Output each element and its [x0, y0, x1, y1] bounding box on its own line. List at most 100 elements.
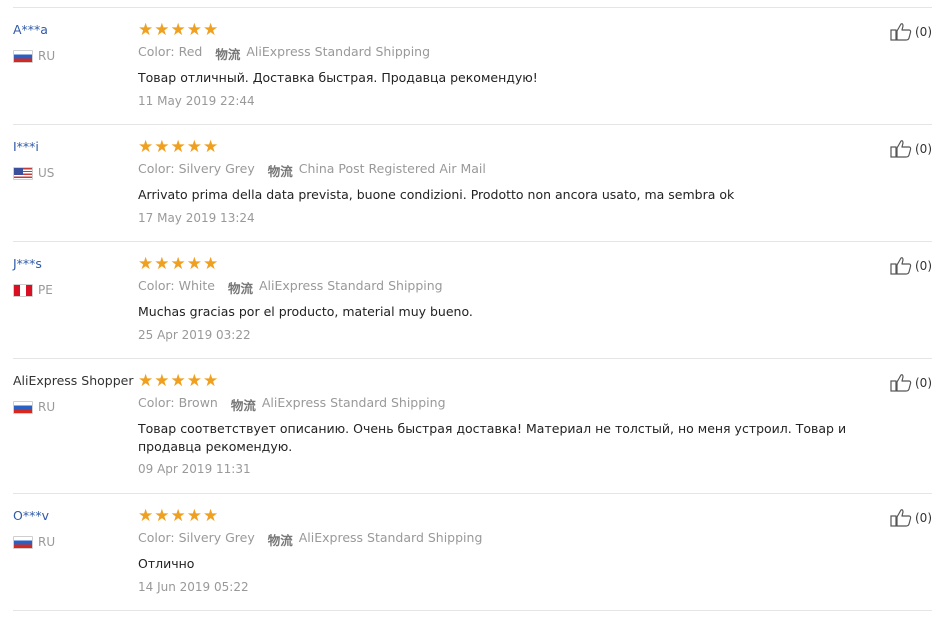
review-item: I***i US ★ ★ ★ ★ ★ Color: Silvery Grey 物流 Ch…: [13, 124, 932, 242]
star-icon: ★: [203, 506, 219, 526]
order-info: Color: Silvery Grey 物流 China Post Regist…: [138, 161, 486, 180]
shipping-info: 物流 AliExpress Standard Shipping: [215, 44, 430, 63]
shipping-label: 物流: [267, 533, 293, 548]
reviewer-name: AliExpress Shopper: [13, 373, 134, 388]
shipping-info: 物流 AliExpress Standard Shipping: [228, 278, 443, 297]
star-icon: ★: [170, 371, 186, 391]
russia-flag-icon: [13, 49, 33, 63]
star-icon: ★: [138, 371, 154, 391]
review-text: Товар соответствует описанию. Очень быст…: [138, 421, 847, 454]
product-color: Color: Silvery Grey: [138, 530, 255, 545]
shipping-info: 物流 AliExpress Standard Shipping: [231, 395, 446, 414]
shipping-label: 物流: [227, 281, 253, 296]
thumbs-up-icon: [890, 374, 912, 392]
peru-flag-icon: [13, 283, 33, 297]
reviewer-country: RU: [13, 48, 55, 64]
reviewer-name[interactable]: I***i: [13, 139, 39, 154]
helpful-count: (0): [915, 141, 932, 156]
review-item: O***v RU ★ ★ ★ ★ ★ Color: Silvery Grey 物流 Al…: [13, 493, 932, 611]
star-icon: ★: [138, 20, 154, 40]
star-rating: ★ ★ ★ ★ ★: [138, 508, 218, 525]
shipping-info: 物流 AliExpress Standard Shipping: [268, 530, 483, 549]
order-info: Color: Silvery Grey 物流 AliExpress Standa…: [138, 530, 482, 549]
reviewer-country: US: [13, 165, 54, 181]
helpful-button[interactable]: (0): [890, 256, 932, 275]
star-icon: ★: [186, 137, 202, 157]
star-icon: ★: [154, 20, 170, 40]
review-text: Отлично: [138, 556, 195, 571]
thumbs-up-icon: [890, 23, 912, 41]
shipping-method: China Post Registered Air Mail: [298, 161, 486, 176]
country-code: US: [38, 166, 55, 180]
star-rating: ★ ★ ★ ★ ★: [138, 139, 218, 156]
helpful-count: (0): [915, 510, 932, 525]
shipping-method: AliExpress Standard Shipping: [246, 44, 431, 59]
review-date: 09 Apr 2019 11:31: [138, 462, 251, 476]
reviewer-name[interactable]: A***a: [13, 22, 48, 37]
reviewer-country: RU: [13, 534, 55, 550]
review-item: A***a RU ★ ★ ★ ★ ★ Color: Red 物流 AliExpress …: [13, 7, 932, 125]
thumbs-up-icon: [890, 257, 912, 275]
order-info: Color: Red 物流 AliExpress Standard Shippi…: [138, 44, 430, 63]
review-date: 17 May 2019 13:24: [138, 211, 255, 225]
country-code: RU: [38, 535, 56, 549]
star-icon: ★: [154, 137, 170, 157]
order-info: Color: White 物流 AliExpress Standard Ship…: [138, 278, 443, 297]
star-rating: ★ ★ ★ ★ ★: [138, 373, 218, 390]
star-icon: ★: [154, 254, 170, 274]
star-icon: ★: [138, 137, 154, 157]
star-icon: ★: [186, 20, 202, 40]
star-icon: ★: [154, 506, 170, 526]
russia-flag-icon: [13, 535, 33, 549]
review-text: Arrivato prima della data prevista, buon…: [138, 187, 735, 202]
helpful-count: (0): [915, 258, 932, 273]
product-color: Color: Silvery Grey: [138, 161, 255, 176]
star-icon: ★: [138, 506, 154, 526]
country-code: RU: [38, 400, 56, 414]
star-rating: ★ ★ ★ ★ ★: [138, 22, 218, 39]
star-icon: ★: [203, 20, 219, 40]
product-color: Color: Brown: [138, 395, 218, 410]
star-icon: ★: [203, 137, 219, 157]
country-code: PE: [38, 283, 53, 297]
order-info: Color: Brown 物流 AliExpress Standard Ship…: [138, 395, 446, 414]
helpful-count: (0): [915, 24, 932, 39]
review-date: 14 Jun 2019 05:22: [138, 580, 249, 594]
star-icon: ★: [186, 371, 202, 391]
star-icon: ★: [203, 254, 219, 274]
review-text: Muchas gracias por el producto, material…: [138, 304, 473, 319]
helpful-button[interactable]: (0): [890, 22, 932, 41]
star-icon: ★: [186, 254, 202, 274]
review-item: AliExpress Shopper RU ★ ★ ★ ★ ★ Color: Brown…: [13, 358, 932, 494]
review-text: Товар отличный. Доставка быстрая. Продав…: [138, 70, 538, 85]
usa-flag-icon: [13, 166, 33, 180]
country-code: RU: [38, 49, 56, 63]
shipping-info: 物流 China Post Registered Air Mail: [268, 161, 486, 180]
reviewer-name[interactable]: O***v: [13, 508, 49, 523]
review-date: 11 May 2019 22:44: [138, 94, 255, 108]
star-icon: ★: [170, 254, 186, 274]
review-item: J***s PE ★ ★ ★ ★ ★ Color: White 物流 AliExpres…: [13, 241, 932, 359]
product-color: Color: Red: [138, 44, 203, 59]
helpful-button[interactable]: (0): [890, 139, 932, 158]
reviewer-name[interactable]: J***s: [13, 256, 42, 271]
star-icon: ★: [170, 20, 186, 40]
shipping-method: AliExpress Standard Shipping: [261, 395, 446, 410]
shipping-label: 物流: [215, 47, 241, 62]
star-icon: ★: [170, 506, 186, 526]
helpful-count: (0): [915, 375, 932, 390]
star-icon: ★: [154, 371, 170, 391]
star-icon: ★: [138, 254, 154, 274]
helpful-button[interactable]: (0): [890, 373, 932, 392]
shipping-method: AliExpress Standard Shipping: [258, 278, 443, 293]
thumbs-up-icon: [890, 509, 912, 527]
russia-flag-icon: [13, 400, 33, 414]
star-icon: ★: [186, 506, 202, 526]
product-color: Color: White: [138, 278, 215, 293]
star-icon: ★: [203, 371, 219, 391]
shipping-method: AliExpress Standard Shipping: [298, 530, 483, 545]
helpful-button[interactable]: (0): [890, 508, 932, 527]
shipping-label: 物流: [267, 164, 293, 179]
reviewer-country: RU: [13, 399, 55, 415]
star-rating: ★ ★ ★ ★ ★: [138, 256, 218, 273]
